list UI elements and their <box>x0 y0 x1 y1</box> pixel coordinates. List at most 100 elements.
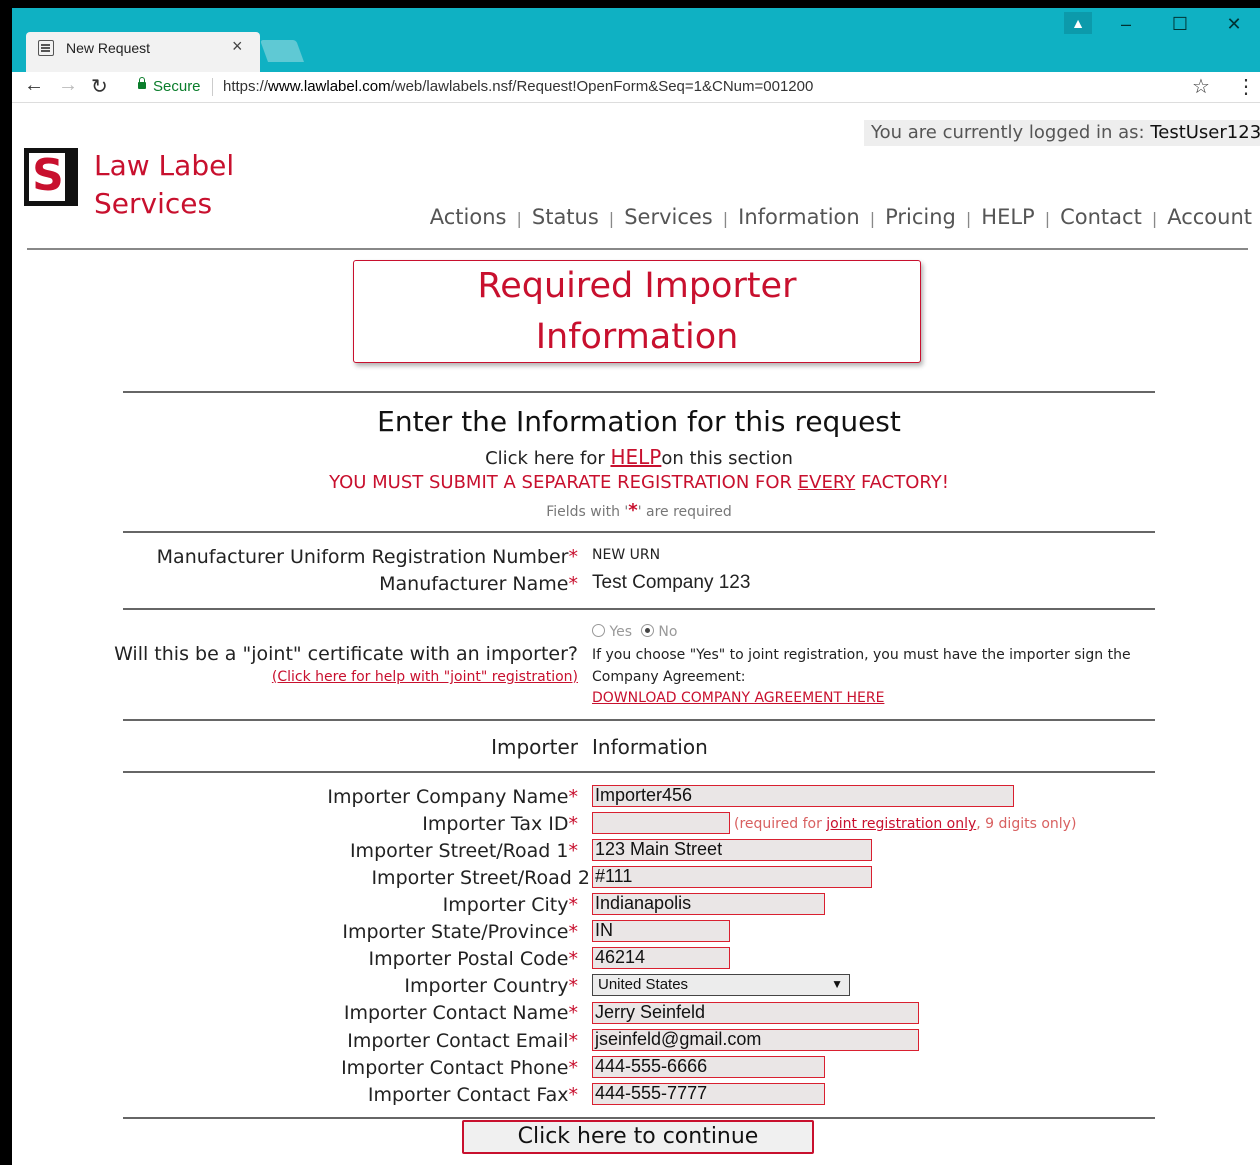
contact-phone-label-text: Importer Contact Phone <box>341 1057 569 1079</box>
browser-window: New Request × ▲ – ☐ ✕ ← → ↻ Secure https… <box>12 8 1260 1165</box>
manufacturer-name-label: Manufacturer Name* <box>379 573 578 595</box>
joint-note-line1: If you choose "Yes" to joint registratio… <box>592 647 1131 663</box>
joint-radio-group: Yes No <box>592 624 677 640</box>
street1-label-text: Importer Street/Road 1 <box>349 840 569 862</box>
help-suffix: on this section <box>661 448 793 469</box>
contact-phone-label: Importer Contact Phone* <box>341 1057 578 1079</box>
url-field[interactable]: https://www.lawlabel.com/web/lawlabels.n… <box>223 78 813 95</box>
contact-fax-input[interactable]: 444-555-7777 <box>592 1083 825 1105</box>
warn-prefix: YOU MUST SUBMIT A SEPARATE REGISTRATION … <box>329 472 798 493</box>
street2-label: Importer Street/Road 2 <box>371 867 590 889</box>
page-content: You are currently logged in as: TestUser… <box>12 103 1260 1165</box>
state-input[interactable]: IN <box>592 920 730 942</box>
required-star: * <box>568 948 579 970</box>
dropdown-arrow-icon: ▼ <box>831 977 843 991</box>
city-label-text: Importer City <box>442 894 569 916</box>
logo-letter: S <box>32 150 64 201</box>
header-divider <box>27 248 1248 250</box>
req-suffix: ' are required <box>637 504 732 520</box>
url-path: /web/lawlabels.nsf/Request!OpenForm&Seq=… <box>390 78 814 95</box>
urn-value: NEW URN <box>592 547 661 563</box>
tab-close-icon[interactable]: × <box>232 36 243 57</box>
required-star: * <box>568 786 579 808</box>
nav-account[interactable]: Account <box>1167 205 1252 229</box>
city-input[interactable]: Indianapolis <box>592 893 825 915</box>
joint-note-line2: Company Agreement: <box>592 669 746 685</box>
joint-yes-radio[interactable] <box>592 624 605 637</box>
divider <box>123 719 1155 721</box>
top-nav: Actions | Status | Services | Information | Pric… <box>430 205 1252 229</box>
help-link[interactable]: HELP <box>610 445 661 469</box>
divider <box>123 608 1155 610</box>
required-star: * <box>568 840 579 862</box>
browser-tab[interactable]: New Request × <box>26 32 260 72</box>
tax-id-input[interactable] <box>592 812 730 834</box>
maximize-icon[interactable]: ☐ <box>1160 12 1200 36</box>
city-label: Importer City* <box>443 894 578 916</box>
contact-email-input[interactable]: jseinfeld@gmail.com <box>592 1029 919 1051</box>
nav-separator: | <box>965 209 972 228</box>
tax-id-label: Importer Tax ID* <box>422 813 578 835</box>
nav-actions[interactable]: Actions <box>430 205 507 229</box>
contact-name-label-text: Importer Contact Name <box>343 1002 569 1024</box>
tax-id-note: (required for joint registration only, 9… <box>734 816 1076 832</box>
divider <box>123 771 1155 773</box>
section-title-right: Information <box>592 735 708 759</box>
nav-status[interactable]: Status <box>532 205 599 229</box>
nav-help[interactable]: HELP <box>981 205 1034 229</box>
continue-button[interactable]: Click here to continue <box>462 1120 814 1154</box>
login-status: You are currently logged in as: TestUser… <box>864 120 1260 146</box>
new-tab-button[interactable] <box>259 40 305 62</box>
joint-no-label: No <box>658 624 678 640</box>
postal-code-label-text: Importer Postal Code <box>368 948 569 970</box>
joint-help-link-text[interactable]: (Click here for help with "joint" regist… <box>272 669 578 685</box>
profile-icon[interactable]: ▲ <box>1064 12 1092 34</box>
contact-fax-label: Importer Contact Fax* <box>368 1084 578 1106</box>
brand-name[interactable]: Law Label Services <box>94 147 254 223</box>
forward-icon[interactable]: → <box>58 74 78 97</box>
url-domain: www.lawlabel.com <box>268 78 391 95</box>
street2-input[interactable]: #111 <box>592 866 872 888</box>
close-window-icon[interactable]: ✕ <box>1214 12 1254 36</box>
joint-no-radio[interactable] <box>640 624 654 637</box>
page-icon <box>38 40 54 56</box>
bookmark-star-icon[interactable]: ☆ <box>1192 74 1210 99</box>
logo[interactable]: S <box>24 148 78 206</box>
nav-contact[interactable]: Contact <box>1060 205 1142 229</box>
street1-label: Importer Street/Road 1* <box>350 840 578 862</box>
menu-icon[interactable]: ⋮ <box>1236 74 1256 99</box>
nav-separator: | <box>516 209 522 228</box>
company-name-input[interactable]: Importer456 <box>592 785 1014 807</box>
nav-services[interactable]: Services <box>624 205 713 229</box>
download-agreement-link[interactable]: DOWNLOAD COMPANY AGREEMENT HERE <box>592 690 884 706</box>
back-icon[interactable]: ← <box>24 74 44 97</box>
contact-name-input[interactable]: Jerry Seinfeld <box>592 1002 919 1024</box>
required-star: * <box>568 921 579 943</box>
contact-name-label: Importer Contact Name* <box>344 1002 578 1024</box>
address-separator <box>212 78 213 96</box>
divider <box>123 391 1155 393</box>
nav-separator: | <box>722 209 729 228</box>
nav-information[interactable]: Information <box>738 205 860 229</box>
company-name-label: Importer Company Name* <box>327 786 578 808</box>
postal-code-input[interactable]: 46214 <box>592 947 730 969</box>
tax-id-label-text: Importer Tax ID <box>422 813 569 835</box>
divider <box>123 1117 1155 1119</box>
joint-registration-link[interactable]: joint registration only <box>826 816 976 832</box>
help-prefix: Click here for <box>485 448 611 469</box>
reload-icon[interactable]: ↻ <box>91 74 108 99</box>
download-agreement: DOWNLOAD COMPANY AGREEMENT HERE <box>592 690 884 706</box>
contact-email-label-text: Importer Contact Email <box>347 1030 569 1052</box>
minimize-icon[interactable]: – <box>1106 12 1146 36</box>
browser-titlebar: New Request × ▲ – ☐ ✕ <box>12 8 1260 72</box>
divider <box>123 531 1155 533</box>
brand-line1: Law Label <box>94 149 235 182</box>
nav-separator: | <box>869 209 876 228</box>
nav-pricing[interactable]: Pricing <box>885 205 956 229</box>
street1-input[interactable]: 123 Main Street <box>592 839 872 861</box>
contact-email-label: Importer Contact Email* <box>347 1030 578 1052</box>
contact-phone-input[interactable]: 444-555-6666 <box>592 1056 825 1078</box>
nav-separator: | <box>1044 209 1051 228</box>
help-line: Click here for HELPon this section <box>123 445 1155 469</box>
country-select[interactable]: United States ▼ <box>592 974 850 996</box>
